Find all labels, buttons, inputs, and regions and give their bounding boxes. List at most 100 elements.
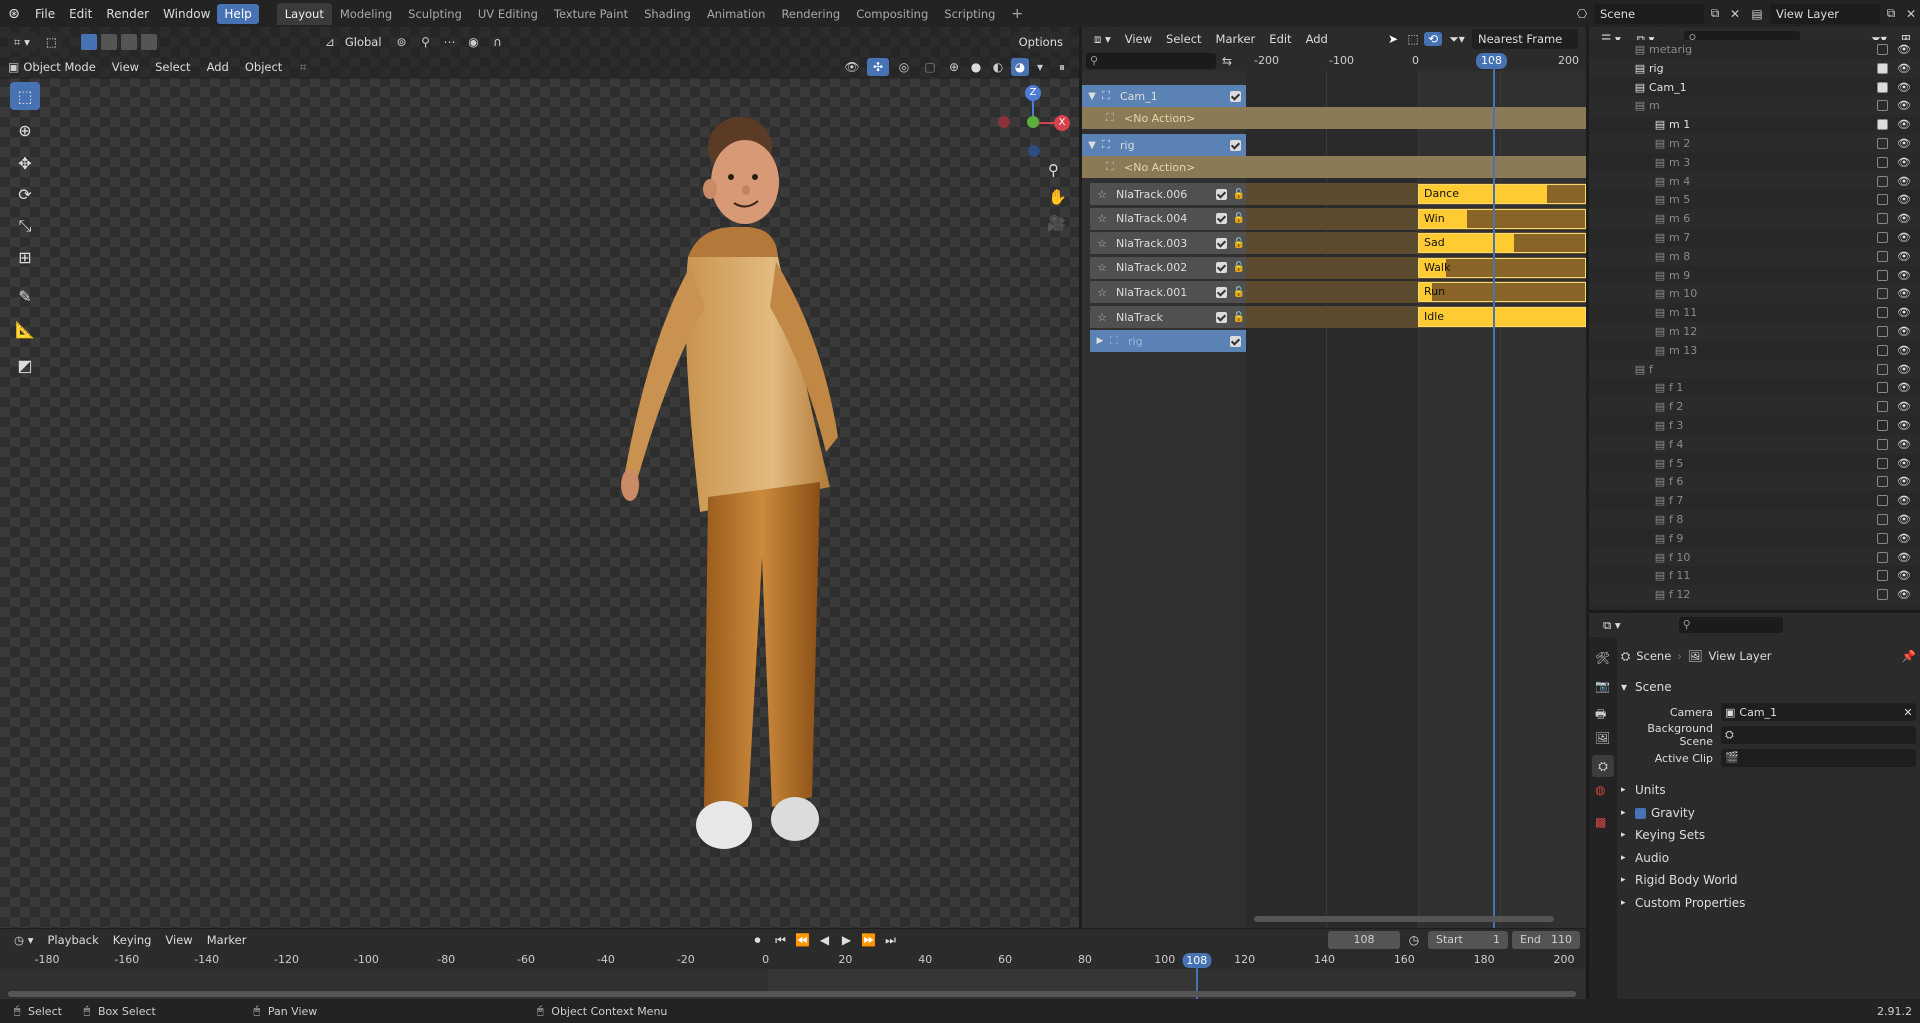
- expand-arrow-icon[interactable]: ▼: [1086, 91, 1098, 102]
- transform-affect-icon[interactable]: ⌗: [292, 60, 314, 75]
- eye-icon[interactable]: 👁: [1896, 325, 1912, 338]
- output-tab-icon[interactable]: 🖶: [1595, 705, 1606, 726]
- solo-star-icon[interactable]: ☆: [1094, 311, 1110, 324]
- cursor-tool-icon[interactable]: ⊕: [10, 116, 40, 144]
- visibility-icon[interactable]: 👁: [841, 60, 863, 74]
- eye-icon[interactable]: 👁: [1896, 99, 1912, 112]
- nla-track-row[interactable]: ☆ NlaTrack.001 🔓: [1090, 281, 1246, 304]
- nla-menu-marker[interactable]: Marker: [1210, 29, 1262, 49]
- timeline[interactable]: ◷ ▾ Playback Keying View Marker ⏺ ⏮ ⏪ ◀ …: [0, 929, 1586, 999]
- outliner-exclude-checkbox[interactable]: [1877, 532, 1888, 544]
- custom-properties-panel-header[interactable]: ▸ Custom Properties: [1621, 893, 1920, 913]
- show-hidden-icon[interactable]: ⬚: [1404, 32, 1422, 46]
- delete-scene-icon[interactable]: ✕: [1726, 7, 1744, 21]
- select-mode-intersect-icon[interactable]: [140, 34, 157, 50]
- eye-icon[interactable]: 👁: [1896, 306, 1912, 319]
- play-icon[interactable]: ▶: [836, 933, 856, 947]
- nla-menu-view[interactable]: View: [1119, 29, 1158, 49]
- eye-icon[interactable]: 👁: [1896, 344, 1912, 357]
- outliner-row[interactable]: ▤ f 4 👁: [1589, 434, 1920, 454]
- outliner-row[interactable]: ▤ m 10 👁: [1589, 284, 1920, 304]
- tab-texture-paint[interactable]: Texture Paint: [546, 3, 636, 25]
- lock-icon[interactable]: 🔓: [1232, 262, 1246, 273]
- nla-menu-add[interactable]: Add: [1300, 29, 1334, 49]
- outliner-row[interactable]: ▤ m 1 👁: [1589, 115, 1920, 135]
- timeline-menu-marker[interactable]: Marker: [201, 930, 253, 950]
- delete-view-layer-icon[interactable]: ✕: [1902, 7, 1920, 21]
- nla-object-row[interactable]: ▼ ⛶ rig: [1082, 134, 1246, 156]
- measure-tool-icon[interactable]: 📐: [10, 315, 40, 343]
- add-cube-tool-icon[interactable]: ◩: [10, 351, 40, 379]
- jump-end-icon[interactable]: ⏭: [880, 933, 900, 948]
- end-frame-field[interactable]: End 110: [1512, 931, 1580, 949]
- add-workspace-button[interactable]: +: [1003, 3, 1031, 25]
- gizmo-z-handle[interactable]: Z: [1025, 85, 1041, 101]
- outliner-exclude-checkbox[interactable]: [1877, 288, 1888, 300]
- new-view-layer-icon[interactable]: ⧉: [1880, 6, 1902, 21]
- render-tab-icon[interactable]: 📷: [1595, 679, 1610, 693]
- eye-icon[interactable]: 👁: [1896, 81, 1912, 94]
- annotate-tool-icon[interactable]: ✎: [10, 282, 40, 310]
- eye-icon[interactable]: 👁: [1896, 438, 1912, 451]
- timeline-editor-type-icon[interactable]: ◷ ▾: [8, 930, 40, 950]
- outliner-exclude-checkbox[interactable]: [1877, 438, 1888, 450]
- blender-logo-icon[interactable]: ⊛: [0, 3, 28, 25]
- nla-object-checkbox[interactable]: [1230, 139, 1241, 151]
- menu-window[interactable]: Window: [156, 4, 217, 24]
- use-preview-range-icon[interactable]: ◷: [1402, 933, 1426, 947]
- outliner-exclude-checkbox[interactable]: [1877, 551, 1888, 563]
- menu-render[interactable]: Render: [99, 4, 156, 24]
- pivot-icon[interactable]: ⊚: [392, 35, 412, 49]
- nla-current-frame[interactable]: 108: [1476, 53, 1507, 69]
- outliner-row[interactable]: ▤ m 6 👁: [1589, 209, 1920, 229]
- outliner[interactable]: ☰ ▾ ⧉ ▾ ⚲ ⏷▾ ⊞ ▤ metarig 👁 ▤ rig 👁 ▤ Cam_1 👁 ▤ m 👁 ▤…: [1589, 27, 1920, 610]
- view-layer-icon[interactable]: ▤: [1744, 7, 1770, 21]
- nla-search-input[interactable]: ⚲: [1086, 53, 1216, 69]
- select-tool-icon[interactable]: ⬚: [39, 32, 63, 52]
- outliner-exclude-checkbox[interactable]: [1877, 344, 1888, 356]
- outliner-row[interactable]: ▤ f 👁: [1589, 359, 1920, 379]
- outliner-exclude-checkbox[interactable]: [1877, 269, 1888, 281]
- nla-strip[interactable]: Sad: [1418, 233, 1586, 254]
- snap-icon[interactable]: ⚲: [416, 35, 436, 49]
- outliner-row[interactable]: ▤ m 12 👁: [1589, 322, 1920, 341]
- outliner-exclude-checkbox[interactable]: [1877, 250, 1888, 262]
- eye-icon[interactable]: 👁: [1896, 43, 1912, 56]
- gizmo-y-handle[interactable]: [1027, 116, 1039, 128]
- lock-icon[interactable]: 🔓: [1232, 213, 1246, 224]
- solo-star-icon[interactable]: ☆: [1094, 188, 1110, 201]
- outliner-exclude-checkbox[interactable]: [1877, 62, 1888, 74]
- nla-track-mute-checkbox[interactable]: [1216, 262, 1227, 274]
- timeline-ruler[interactable]: -180 -160 -140 -120 -100 -80 -60 -40 -20 0 20 40 60 8…: [0, 951, 1586, 969]
- eye-icon[interactable]: 👁: [1896, 193, 1912, 206]
- gizmo-x-handle[interactable]: X: [1054, 115, 1070, 131]
- pause-render-icon[interactable]: ⏸: [1051, 60, 1073, 75]
- expand-arrow-icon[interactable]: ▶: [1094, 336, 1106, 346]
- tab-compositing[interactable]: Compositing: [848, 3, 936, 25]
- tab-animation[interactable]: Animation: [699, 3, 774, 25]
- menu-edit[interactable]: Edit: [62, 4, 99, 24]
- camera-field[interactable]: ▣ Cam_1 ✕: [1721, 703, 1916, 721]
- proportional-edit-icon[interactable]: ◉: [464, 35, 484, 49]
- menu-help[interactable]: Help: [217, 3, 259, 24]
- swap-icon[interactable]: ⇆: [1216, 54, 1238, 68]
- eye-icon[interactable]: 👁: [1896, 118, 1912, 131]
- nla-editor-type-icon[interactable]: ⧈ ▾: [1088, 29, 1117, 49]
- options-dropdown[interactable]: Options: [1012, 32, 1069, 52]
- nla-strip[interactable]: Dance: [1418, 184, 1586, 204]
- properties-editor-type-icon[interactable]: ⧉ ▾: [1597, 615, 1627, 635]
- select-mode-subtract-icon[interactable]: [120, 34, 137, 50]
- nla-scrollbar[interactable]: [1254, 916, 1554, 922]
- outliner-exclude-checkbox[interactable]: [1877, 326, 1888, 337]
- nla-menu-select[interactable]: Select: [1160, 29, 1207, 49]
- character-model[interactable]: [600, 107, 860, 907]
- snap-dropdown[interactable]: Nearest Frame: [1472, 29, 1578, 49]
- nla-track-row[interactable]: ☆ NlaTrack.004 🔓: [1090, 207, 1246, 230]
- transform-orientation-dropdown[interactable]: Global: [339, 32, 388, 52]
- timeline-menu-playback[interactable]: Playback: [41, 930, 104, 950]
- outliner-exclude-checkbox[interactable]: [1877, 156, 1888, 168]
- properties-editor[interactable]: ⧉ ▾ ⚲ 🛠 📷 🖶 🖼 ⛭ ◍ ▩ ⛭ Scene › 🖼 View Lay…: [1589, 613, 1920, 999]
- lock-icon[interactable]: 🔓: [1232, 287, 1246, 298]
- scene-panel-header[interactable]: ▾ Scene: [1621, 677, 1920, 697]
- jump-start-icon[interactable]: ⏮: [770, 933, 790, 948]
